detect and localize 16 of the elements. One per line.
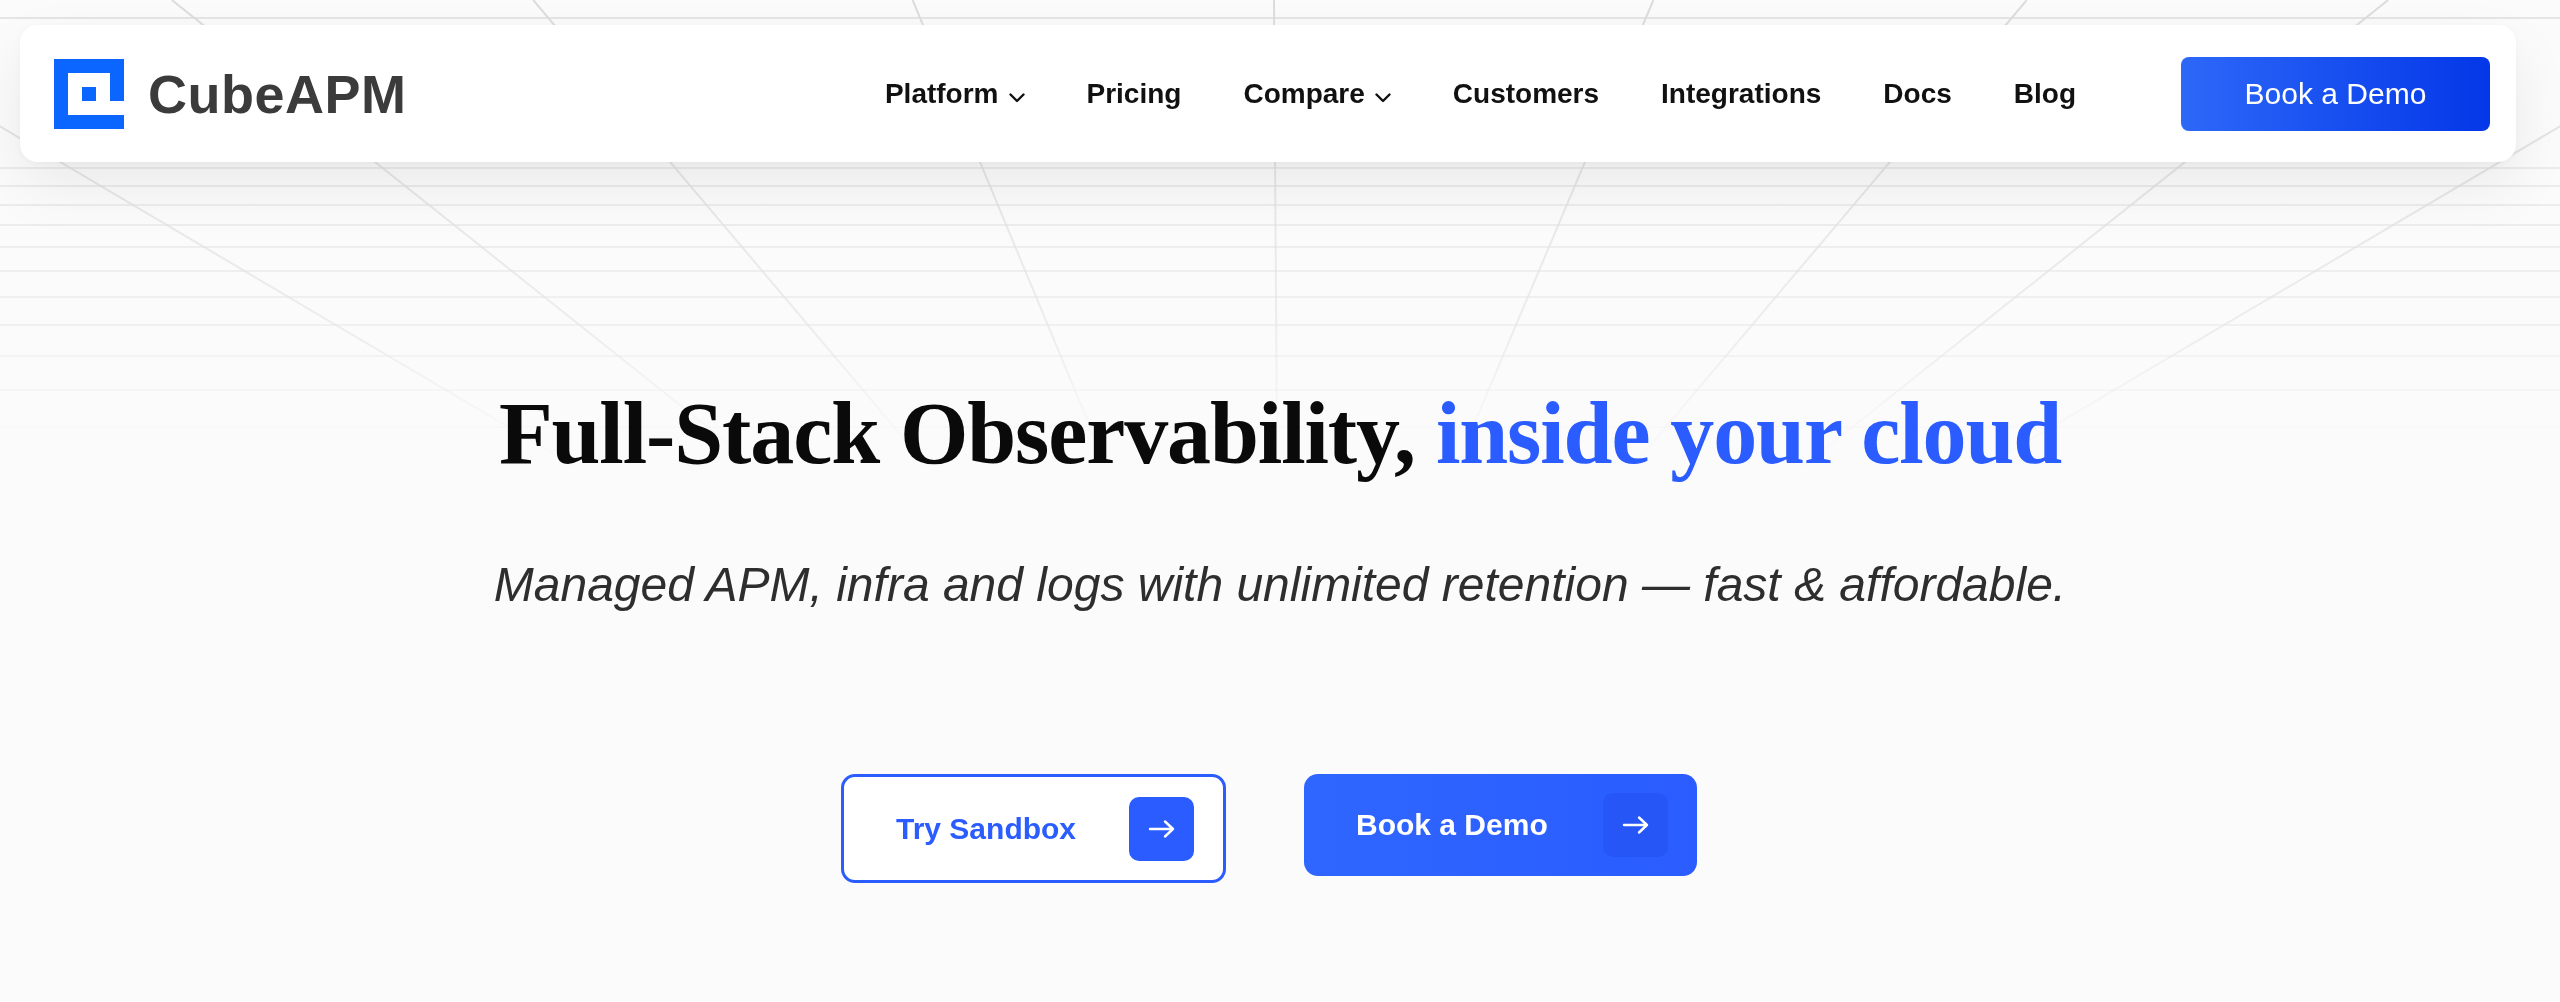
nav-link[interactable]: Platform xyxy=(884,77,1025,110)
nav-link[interactable]: Compare xyxy=(1243,77,1391,110)
hero-heading: Full-Stack Observability, inside your cloud xyxy=(498,384,2062,484)
hero-subtitle: Managed APM, infra and logs with unlimited retention — fast & affordable. xyxy=(493,557,2067,613)
arrow-right-icon xyxy=(1603,793,1668,857)
primary-cta-button[interactable]: Book a Demo xyxy=(1304,774,1697,876)
secondary-cta-button[interactable]: Try Sandbox xyxy=(841,774,1226,883)
nav-link[interactable]: Pricing xyxy=(1086,77,1182,110)
logo-icon xyxy=(54,58,124,129)
nav-link[interactable]: Customers xyxy=(1452,77,1600,110)
arrow-right-icon xyxy=(1129,796,1194,861)
nav-link[interactable]: Blog xyxy=(2013,77,2076,110)
nav-link[interactable]: Integrations xyxy=(1661,77,1822,110)
logo-link[interactable]: CubeAPM xyxy=(54,58,407,129)
book-demo-button[interactable]: Book a Demo xyxy=(2181,56,2490,131)
nav-link[interactable]: Docs xyxy=(1883,77,1952,110)
